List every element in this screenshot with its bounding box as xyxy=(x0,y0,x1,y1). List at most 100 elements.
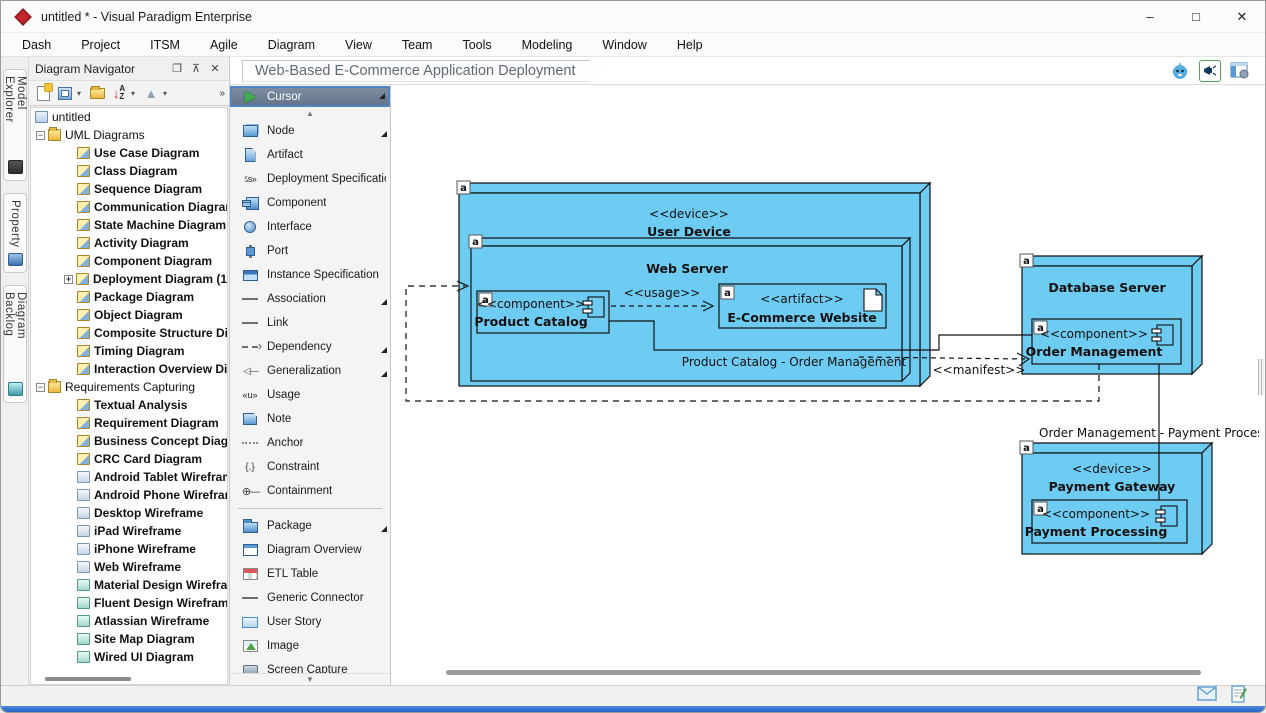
collapse-toggle-icon[interactable]: − xyxy=(36,131,45,140)
palette-scroll-up-icon[interactable]: ▲ xyxy=(230,107,390,119)
tree-item-fluent-design-wireframe[interactable]: Fluent Design Wireframe xyxy=(31,594,227,612)
menu-diagram[interactable]: Diagram xyxy=(253,38,330,52)
tree-item-state-machine-diagram[interactable]: State Machine Diagram xyxy=(31,216,227,234)
expand-toggle-icon[interactable]: + xyxy=(64,275,73,284)
collapse-icon[interactable]: ▲ xyxy=(141,83,161,103)
pin-icon[interactable]: ⊼ xyxy=(188,61,204,77)
menu-dash[interactable]: Dash xyxy=(7,38,66,52)
tree-item-textual-analysis[interactable]: Textual Analysis xyxy=(31,396,227,414)
palette-tool-package[interactable]: Package xyxy=(230,514,390,538)
palette-tool-anchor[interactable]: Anchor xyxy=(230,431,390,455)
menu-view[interactable]: View xyxy=(330,38,387,52)
tree-item-iphone-wireframe[interactable]: iPhone Wireframe xyxy=(31,540,227,558)
palette-tool-constraint[interactable]: Constraint xyxy=(230,455,390,479)
palette-tool-user-story[interactable]: User Story xyxy=(230,610,390,634)
palette-tool-etl-table[interactable]: ETL Table xyxy=(230,562,390,586)
tree-item-android-phone-wireframe[interactable]: Android Phone Wireframe xyxy=(31,486,227,504)
group-by-dropdown-icon[interactable]: ▾ xyxy=(77,89,85,98)
tree-item-requirement-diagram[interactable]: Requirement Diagram xyxy=(31,414,227,432)
tree-horizontal-scrollbar[interactable] xyxy=(45,677,131,681)
tree-item-requirements-capturing[interactable]: −Requirements Capturing xyxy=(31,378,227,396)
palette-tool-component[interactable]: Component xyxy=(230,191,390,215)
overflow-icon[interactable]: » xyxy=(219,88,225,99)
tree-item-sequence-diagram[interactable]: Sequence Diagram xyxy=(31,180,227,198)
group-by-icon[interactable] xyxy=(55,83,75,103)
new-diagram-icon[interactable] xyxy=(33,83,53,103)
tree-item-ipad-wireframe[interactable]: iPad Wireframe xyxy=(31,522,227,540)
palette-tool-association[interactable]: Association xyxy=(230,287,390,311)
tree-item-package-diagram[interactable]: Package Diagram xyxy=(31,288,227,306)
log-notes-icon[interactable] xyxy=(1231,685,1247,708)
tab-diagram-backlog[interactable]: Diagram Backlog xyxy=(3,285,27,403)
menu-modeling[interactable]: Modeling xyxy=(507,38,588,52)
tree-item-component-diagram[interactable]: Component Diagram xyxy=(31,252,227,270)
breadcrumb[interactable]: Web-Based E-Commerce Application Deploym… xyxy=(242,60,603,82)
tree-item-web-wireframe[interactable]: Web Wireframe xyxy=(31,558,227,576)
tree-item-crc-card-diagram[interactable]: CRC Card Diagram xyxy=(31,450,227,468)
menu-window[interactable]: Window xyxy=(587,38,661,52)
tree-item-android-tablet-wireframe[interactable]: Android Tablet Wireframe xyxy=(31,468,227,486)
tree-item-material-design-wireframe[interactable]: Material Design Wireframe xyxy=(31,576,227,594)
palette-tool-port[interactable]: Port xyxy=(230,239,390,263)
payment-processing-stereotype: <<component>> xyxy=(1042,507,1150,521)
sort-icon[interactable]: ↓AZ xyxy=(109,83,129,103)
diagram-canvas[interactable]: aa aa aa aa <<device>> User Device Web S… xyxy=(391,85,1265,685)
panel-splitter-grip[interactable] xyxy=(1258,359,1264,395)
palette-tool-instance-specification[interactable]: Instance Specification xyxy=(230,263,390,287)
menu-help[interactable]: Help xyxy=(662,38,718,52)
announcement-icon[interactable] xyxy=(1199,60,1221,82)
maximize-button[interactable]: □ xyxy=(1173,1,1219,33)
palette-tool-note[interactable]: Note xyxy=(230,407,390,431)
palette-tool-image[interactable]: Image xyxy=(230,634,390,658)
tree-item-object-diagram[interactable]: Object Diagram xyxy=(31,306,227,324)
collapse-dropdown-icon[interactable]: ▾ xyxy=(163,89,171,98)
palette-tool-deployment-specification[interactable]: Deployment Specification xyxy=(230,167,390,191)
collapse-toggle-icon[interactable]: − xyxy=(36,383,45,392)
palette-tool-generic-connector[interactable]: Generic Connector xyxy=(230,586,390,610)
palette-tool-artifact[interactable]: Artifact xyxy=(230,143,390,167)
tab-property[interactable]: Property xyxy=(3,193,27,273)
tree-item-communication-diagram[interactable]: Communication Diagram xyxy=(31,198,227,216)
menu-team[interactable]: Team xyxy=(387,38,448,52)
palette-tool-cursor[interactable]: Cursor xyxy=(230,86,390,107)
tree-item-deployment-diagram-1-[interactable]: +Deployment Diagram (1) xyxy=(31,270,227,288)
tree-item-timing-diagram[interactable]: Timing Diagram xyxy=(31,342,227,360)
palette-tool-diagram-overview[interactable]: Diagram Overview xyxy=(230,538,390,562)
tree-item-activity-diagram[interactable]: Activity Diagram xyxy=(31,234,227,252)
close-icon[interactable]: ✕ xyxy=(207,61,223,77)
tree-item-atlassian-wireframe[interactable]: Atlassian Wireframe xyxy=(31,612,227,630)
palette-tool-dependency[interactable]: Dependency xyxy=(230,335,390,359)
menu-itsm[interactable]: ITSM xyxy=(135,38,195,52)
palette-tool-interface[interactable]: Interface xyxy=(230,215,390,239)
messages-icon[interactable] xyxy=(1197,686,1217,706)
palette-tool-generalization[interactable]: Generalization xyxy=(230,359,390,383)
open-folder-icon[interactable] xyxy=(87,83,107,103)
tree-item-class-diagram[interactable]: Class Diagram xyxy=(31,162,227,180)
palette-scroll-down-icon[interactable]: ▼ xyxy=(230,673,390,685)
tree-item-wired-ui-diagram[interactable]: Wired UI Diagram xyxy=(31,648,227,666)
palette-tool-containment[interactable]: Containment xyxy=(230,479,390,503)
tree-item-untitled[interactable]: untitled xyxy=(31,108,227,126)
panel-layout-icon[interactable] xyxy=(1229,60,1251,82)
palette-tool-node[interactable]: Node xyxy=(230,119,390,143)
tree-item-use-case-diagram[interactable]: Use Case Diagram xyxy=(31,144,227,162)
tree-item-interaction-overview-diagram[interactable]: Interaction Overview Diagram xyxy=(31,360,227,378)
tree-item-label: Package Diagram xyxy=(94,290,194,304)
tree-item-desktop-wireframe[interactable]: Desktop Wireframe xyxy=(31,504,227,522)
tree-item-uml-diagrams[interactable]: −UML Diagrams xyxy=(31,126,227,144)
tree-item-site-map-diagram[interactable]: Site Map Diagram xyxy=(31,630,227,648)
float-icon[interactable]: ❐ xyxy=(169,61,185,77)
ai-assistant-icon[interactable] xyxy=(1169,60,1191,82)
tree-item-composite-structure-diagram[interactable]: Composite Structure Diagram xyxy=(31,324,227,342)
canvas-horizontal-scrollbar[interactable] xyxy=(446,670,1201,675)
menu-agile[interactable]: Agile xyxy=(195,38,253,52)
menu-tools[interactable]: Tools xyxy=(447,38,506,52)
tab-model-explorer[interactable]: Model Explorer xyxy=(3,69,27,181)
palette-tool-link[interactable]: Link xyxy=(230,311,390,335)
menu-project[interactable]: Project xyxy=(66,38,135,52)
tree-item-business-concept-diagram[interactable]: Business Concept Diagram xyxy=(31,432,227,450)
sort-dropdown-icon[interactable]: ▾ xyxy=(131,89,139,98)
close-button[interactable]: ✕ xyxy=(1219,1,1265,33)
minimize-button[interactable]: – xyxy=(1127,1,1173,33)
palette-tool-usage[interactable]: Usage xyxy=(230,383,390,407)
